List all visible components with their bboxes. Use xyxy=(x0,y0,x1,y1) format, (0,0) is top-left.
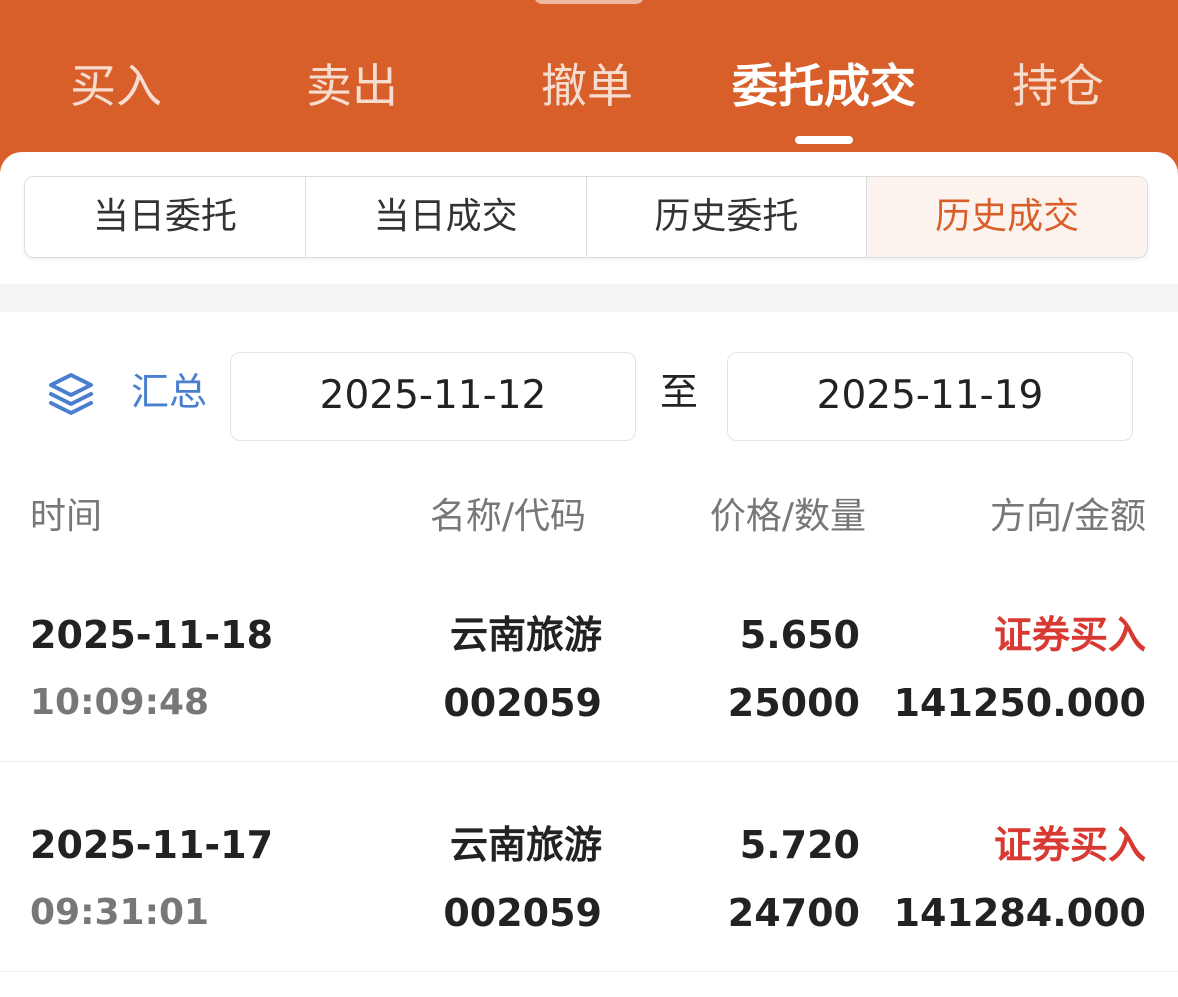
tab-sell[interactable]: 卖出 xyxy=(302,56,402,116)
end-date-picker[interactable]: 2025-11-19 xyxy=(727,352,1133,441)
trade-time: 09:31:01 xyxy=(30,892,210,933)
trade-date: 2025-11-18 xyxy=(30,613,274,657)
tab-orders-trades[interactable]: 委托成交 xyxy=(722,56,926,116)
section-divider xyxy=(0,284,1178,312)
column-header-direction-amount: 方向/金额 xyxy=(989,496,1146,537)
subtab-history-orders[interactable]: 历史委托 xyxy=(586,177,868,257)
column-header-price-quantity: 价格/数量 xyxy=(709,496,866,537)
layers-icon[interactable] xyxy=(46,370,96,420)
column-header-name-code: 名称/代码 xyxy=(429,496,586,537)
subtab-history-trades[interactable]: 历史成交 xyxy=(867,177,1147,257)
subtab-today-orders[interactable]: 当日委托 xyxy=(25,177,306,257)
content-sheet: 当日委托 当日成交 历史委托 历史成交 汇总 2025-11-12 至 2025… xyxy=(0,152,1178,997)
trade-price: 5.650 xyxy=(739,613,860,657)
trade-direction: 证券买入 xyxy=(993,613,1146,657)
security-code: 002059 xyxy=(443,891,602,935)
trade-price: 5.720 xyxy=(739,823,860,867)
trade-time: 10:09:48 xyxy=(30,682,210,723)
column-header-time: 时间 xyxy=(30,496,103,537)
security-name: 云南旅游 xyxy=(449,823,602,867)
trade-amount: 141284.000 xyxy=(893,891,1146,935)
trade-quantity: 24700 xyxy=(727,891,860,935)
trade-amount: 141250.000 xyxy=(893,681,1146,725)
active-tab-indicator xyxy=(795,136,853,144)
subtab-today-trades[interactable]: 当日成交 xyxy=(305,177,587,257)
trade-quantity: 25000 xyxy=(727,681,860,725)
summary-button[interactable]: 汇总 xyxy=(131,364,207,420)
trade-date: 2025-11-17 xyxy=(30,823,274,867)
start-date-picker[interactable]: 2025-11-12 xyxy=(230,352,636,441)
status-bar-peek xyxy=(534,0,644,4)
date-range-separator: 至 xyxy=(660,370,699,414)
security-code: 002059 xyxy=(443,681,602,725)
trade-row[interactable]: 2025-11-18 10:09:48 云南旅游 002059 5.650 25… xyxy=(0,552,1178,762)
trade-row[interactable]: 2025-11-17 09:31:01 云南旅游 002059 5.720 24… xyxy=(0,762,1178,972)
trade-direction: 证券买入 xyxy=(993,823,1146,867)
tab-buy[interactable]: 买入 xyxy=(66,56,166,116)
tab-positions[interactable]: 持仓 xyxy=(1008,56,1108,116)
tab-cancel-order[interactable]: 撤单 xyxy=(537,56,637,116)
subtab-segmented-control: 当日委托 当日成交 历史委托 历史成交 xyxy=(24,176,1148,258)
security-name: 云南旅游 xyxy=(449,613,602,657)
